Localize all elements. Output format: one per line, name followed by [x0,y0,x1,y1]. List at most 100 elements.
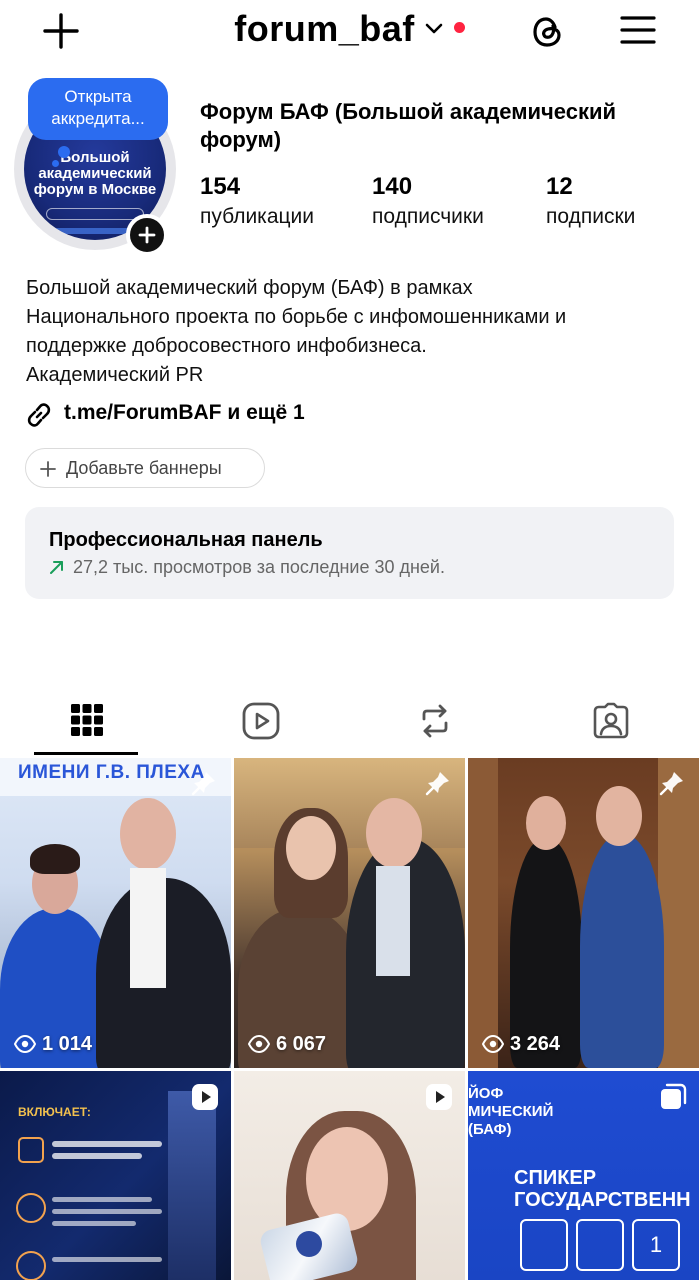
pinned-icon [659,772,683,796]
post-thumbnail[interactable]: 6 067 [234,758,465,1068]
stat-following[interactable]: 12 подписки [546,172,635,232]
person-head [526,796,566,850]
view-count-text: 1 014 [42,1033,93,1055]
bio-link-text[interactable]: t.me/ForumBAF и ещё 1 [64,398,305,428]
reposts-icon [422,704,448,738]
post-overlay-text: ИМЕНИ Г.В. ПЛЕХА [18,762,205,783]
text-line [52,1221,136,1226]
pinned-icon [425,772,449,796]
panel-title: Профессиональная панель [49,529,323,551]
tab-posts-grid[interactable] [0,696,174,756]
bio: Большой академический форум (БАФ) в рамк… [26,274,686,390]
link-icon [27,403,51,427]
avatar-text: Большой академический форум в Москве [33,149,157,198]
post-thumbnail[interactable]: ИМЕНИ Г.В. ПЛЕХА 1 014 [0,758,231,1068]
stat-number: 140 [372,173,413,200]
eye-icon [14,1035,36,1053]
top-bar: forum_baf [0,0,699,62]
person-head [366,798,422,868]
eye-icon [482,1035,504,1053]
post-thumbnail[interactable]: ВКЛЮЧАЕТ: [0,1071,231,1280]
add-banners-button[interactable]: Добавьте баннеры [25,448,265,488]
trend-up-arrow-icon [50,561,63,574]
reel-icon [426,1084,452,1110]
tagged-icon [593,702,629,739]
post-overlay-text: СПИКЕР ГОСУДАРСТВЕНН [514,1167,691,1211]
stat-number: 12 [546,173,573,200]
panel-subtitle-text: 27,2 тыс. просмотров за последние 30 дне… [73,557,445,577]
stat-followers[interactable]: 140 подписчики [372,172,484,232]
view-count-text: 3 264 [510,1033,561,1055]
carousel-icon [661,1083,687,1109]
text-line [52,1153,142,1159]
list-icon [16,1193,46,1223]
digit-box: 1 [632,1219,680,1271]
building-silhouette [168,1091,216,1280]
digit-box [576,1219,624,1271]
post-overlay-text: ВКЛЮЧАЕТ: [18,1105,91,1119]
account-switcher[interactable]: forum_baf [0,8,699,50]
badge-logo [296,1231,322,1257]
grid-icon [71,704,103,736]
chevron-down-icon[interactable] [425,23,443,35]
add-banners-label: Добавьте баннеры [66,458,222,478]
person-face [306,1127,388,1231]
stat-number: 154 [200,173,241,200]
bubble-tail [58,146,70,158]
avatar-glow [54,228,134,234]
list-icon [16,1251,46,1280]
reel-icon [192,1084,218,1110]
stat-label: публикации [200,205,314,228]
person-hair [30,844,80,874]
panel-subtitle: 27,2 тыс. просмотров за последние 30 дне… [49,557,445,578]
person-figure [580,834,664,1068]
tab-reposts[interactable] [348,696,522,756]
active-tab-indicator [34,752,138,755]
bio-line: Академический PR [26,364,204,386]
digit-box [520,1219,568,1271]
pinned-icon [191,772,215,796]
stat-posts[interactable]: 154 публикации [200,172,314,232]
notification-dot [453,21,465,33]
post-overlay-text-top: ЙОФ МИЧЕСКИЙ (БАФ) [468,1085,554,1138]
bookshelf [468,758,498,1068]
threads-icon[interactable] [528,12,568,52]
text-line [52,1141,162,1147]
plus-icon [138,226,156,244]
bookshelf [658,758,699,1068]
stat-label: подписки [546,205,636,228]
professional-dashboard[interactable]: Профессиональная панель 27,2 тыс. просмо… [25,507,674,599]
person-head [596,786,642,846]
person-head [120,798,176,870]
add-story-button[interactable] [126,214,168,256]
plus-icon [40,461,56,477]
bubble-tail-small [52,160,59,167]
reels-icon [242,702,280,740]
list-icon [18,1137,44,1163]
shirt [130,868,166,988]
shirt [376,866,410,976]
profile-tabs [0,696,699,756]
bio-line: Национального проекта по борьбе с инфомо… [26,306,567,328]
display-name: Форум БАФ (Большой академический форум) [200,99,617,152]
view-count: 1 014 [14,1033,92,1056]
bio-line: Большой академический форум (БАФ) в рамк… [26,277,473,299]
hamburger-menu-icon[interactable] [620,14,656,46]
eye-icon [248,1035,270,1053]
view-count: 3 264 [482,1033,560,1056]
username-title[interactable]: forum_baf [234,8,415,50]
text-line [52,1209,162,1214]
tab-reels[interactable] [174,696,348,756]
person-face [286,816,336,880]
view-count: 6 067 [248,1033,326,1056]
text-line [52,1197,152,1202]
post-thumbnail[interactable]: ЙОФ МИЧЕСКИЙ (БАФ) СПИКЕР ГОСУДАРСТВЕНН … [468,1071,699,1280]
posts-grid: ИМЕНИ Г.В. ПЛЕХА 1 014 6 067 3 264 ВКЛЮЧ… [0,758,699,1280]
post-thumbnail[interactable]: 3 264 [468,758,699,1068]
view-count-text: 6 067 [276,1033,327,1055]
text-line [52,1257,162,1262]
post-thumbnail[interactable] [234,1071,465,1280]
bio-line: поддержке добросовестного инфобизнеса. [26,335,427,357]
story-note-bubble[interactable]: Открыта аккредита... [28,78,168,140]
tab-tagged[interactable] [524,696,698,756]
